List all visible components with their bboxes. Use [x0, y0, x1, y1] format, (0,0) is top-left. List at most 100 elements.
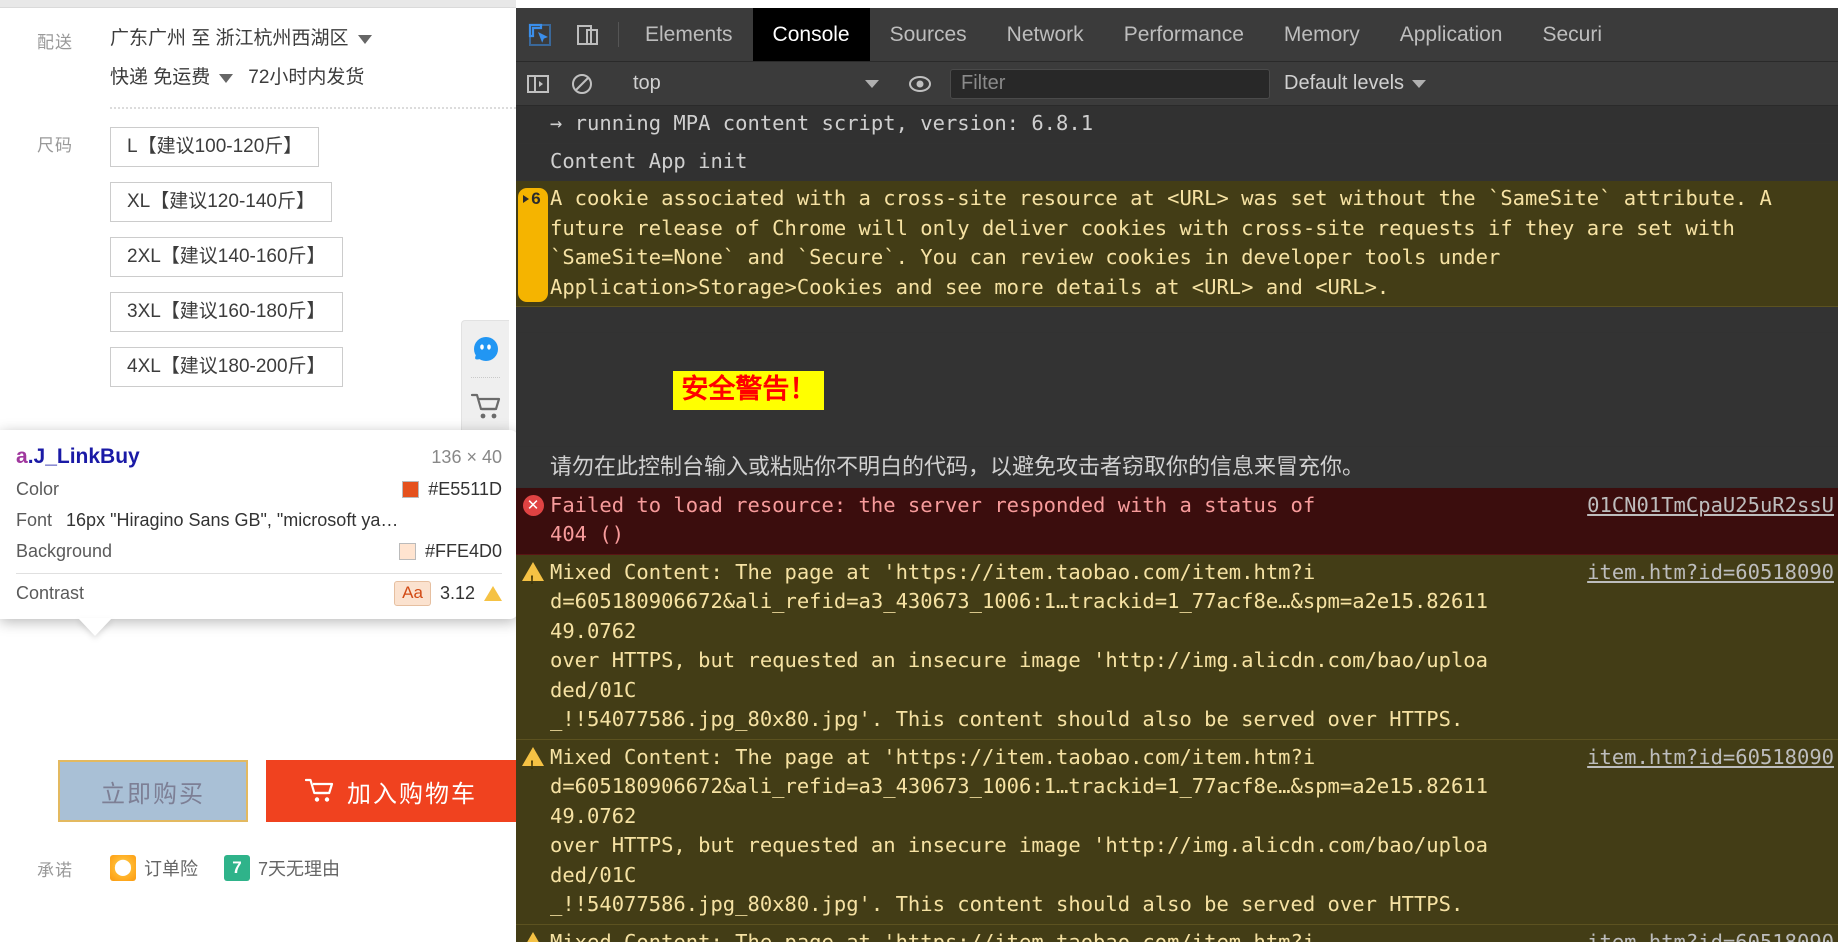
- message-source-link[interactable]: item.htm?id=60518090: [1587, 558, 1838, 588]
- size-option[interactable]: L【建议100-120斤】: [110, 127, 319, 167]
- message-source-link[interactable]: item.htm?id=60518090: [1587, 743, 1838, 773]
- tooltip-color-hex: #E5511D: [428, 479, 502, 500]
- message-gutter: [516, 147, 550, 177]
- promise-item-order-insurance[interactable]: ⬤ 订单险: [110, 855, 198, 881]
- chevron-down-icon[interactable]: [219, 74, 233, 83]
- warning-triangle-icon: [522, 562, 544, 581]
- floating-side-rail: [461, 320, 509, 435]
- error-icon: ✕: [523, 495, 544, 516]
- promise-row: 承诺 ⬤ 订单险 7 7天无理由: [0, 855, 516, 881]
- add-to-cart-button[interactable]: 加入购物车: [266, 760, 516, 822]
- console-message-row[interactable]: Mixed Content: The page at 'https://item…: [516, 925, 1838, 942]
- size-option[interactable]: XL【建议120-140斤】: [110, 182, 332, 222]
- tooltip-dimensions: 136 × 40: [431, 447, 502, 468]
- shipping-route-text: 广东广州 至 浙江杭州西湖区: [110, 24, 349, 54]
- tab-network[interactable]: Network: [987, 8, 1104, 61]
- tab-memory[interactable]: Memory: [1264, 8, 1380, 61]
- tooltip-class-name: .J_LinkBuy: [28, 445, 140, 468]
- element-inspect-tooltip: a.J_LinkBuy 136 × 40 Color #E5511D Font …: [0, 430, 516, 619]
- message-text: Content App init: [550, 147, 1838, 177]
- log-levels-dropdown[interactable]: Default levels: [1284, 72, 1426, 95]
- tab-application[interactable]: Application: [1380, 8, 1523, 61]
- message-source-link[interactable]: item.htm?id=60518090: [1587, 928, 1838, 942]
- purchase-actions: 立即购买 加入购物车: [0, 760, 516, 822]
- seven-day-return-icon: 7: [224, 855, 250, 881]
- console-message-row[interactable]: 6 A cookie associated with a cross-site …: [516, 181, 1838, 307]
- shopping-cart-icon: [305, 778, 335, 804]
- console-toolbar: top Filter Default levels: [516, 62, 1838, 106]
- console-message-row[interactable]: ✕ Failed to load resource: the server re…: [516, 488, 1838, 555]
- tooltip-selector: a.J_LinkBuy: [16, 445, 140, 469]
- tab-performance[interactable]: Performance: [1104, 8, 1264, 61]
- inspect-element-icon[interactable]: [516, 8, 564, 61]
- shipping-label: 配送: [0, 24, 110, 53]
- console-message-row[interactable]: → running MPA content script, version: 6…: [516, 106, 1838, 144]
- color-swatch-icon: [399, 543, 416, 560]
- shipping-route[interactable]: 广东广州 至 浙江杭州西湖区: [110, 24, 516, 54]
- tab-sources[interactable]: Sources: [870, 8, 987, 61]
- tooltip-font-value: 16px "Hiragino Sans GB", "microsoft ya…: [66, 510, 398, 531]
- message-gutter: [516, 558, 550, 735]
- shopping-cart-icon: [470, 392, 502, 420]
- tooltip-contrast-key: Contrast: [16, 583, 84, 604]
- tooltip-tag-name: a: [16, 445, 28, 468]
- shipping-eta-text: 72小时内发货: [248, 63, 364, 93]
- buy-now-button[interactable]: 立即购买: [58, 760, 248, 822]
- warning-triangle-icon: [484, 586, 502, 601]
- add-to-cart-label: 加入购物车: [347, 774, 477, 809]
- console-message-row[interactable]: Mixed Content: The page at 'https://item…: [516, 740, 1838, 925]
- tab-security[interactable]: Securi: [1522, 8, 1622, 61]
- warning-triangle-icon: [522, 932, 544, 942]
- rail-cart-button[interactable]: [462, 378, 509, 434]
- console-message-row[interactable]: Mixed Content: The page at 'https://item…: [516, 555, 1838, 740]
- warning-triangle-icon: [522, 747, 544, 766]
- contrast-aa-chip: Aa: [394, 581, 431, 606]
- tooltip-contrast-value: Aa 3.12: [394, 581, 502, 606]
- console-filter-input[interactable]: Filter: [950, 69, 1270, 99]
- console-message-row[interactable]: Content App init: [516, 144, 1838, 182]
- execution-context-select[interactable]: top: [619, 68, 889, 100]
- message-gutter: [516, 109, 550, 139]
- shipping-row: 配送 广东广州 至 浙江杭州西湖区 快递 免运费 72小时内发货: [0, 8, 516, 93]
- promise-item-seven-day-return[interactable]: 7 7天无理由: [224, 855, 340, 881]
- console-message-list[interactable]: → running MPA content script, version: 6…: [516, 106, 1838, 942]
- security-warning-title: 安全警告！: [673, 371, 824, 411]
- message-gutter: [516, 450, 550, 483]
- promise-item-label: 7天无理由: [258, 855, 340, 881]
- live-expression-icon[interactable]: [898, 72, 942, 96]
- color-swatch-icon: [402, 481, 419, 498]
- tooltip-divider: [16, 573, 502, 574]
- size-option[interactable]: 2XL【建议140-160斤】: [110, 237, 343, 277]
- size-option[interactable]: 3XL【建议160-180斤】: [110, 292, 343, 332]
- tooltip-font-row: Font 16px "Hiragino Sans GB", "microsoft…: [16, 505, 502, 536]
- chevron-down-icon[interactable]: [358, 35, 372, 44]
- tooltip-background-key: Background: [16, 541, 112, 562]
- tooltip-font-key: Font: [16, 510, 52, 531]
- tooltip-color-key: Color: [16, 479, 59, 500]
- log-levels-label: Default levels: [1284, 72, 1404, 95]
- promise-label: 承诺: [0, 856, 110, 881]
- tooltip-header: a.J_LinkBuy 136 × 40: [16, 440, 502, 474]
- browser-top-strip: [0, 0, 516, 8]
- message-source-link[interactable]: 01CN01TmCpaU25uR2ssU: [1587, 491, 1838, 521]
- message-count-badge[interactable]: 6: [518, 188, 547, 302]
- tooltip-contrast-row: Contrast Aa 3.12: [16, 576, 502, 611]
- size-option[interactable]: 4XL【建议180-200斤】: [110, 347, 343, 387]
- promise-item-label: 订单险: [144, 855, 198, 881]
- message-text: A cookie associated with a cross-site re…: [550, 184, 1838, 302]
- message-text: → running MPA content script, version: 6…: [550, 109, 1838, 139]
- rail-chat-button[interactable]: [462, 321, 509, 377]
- chat-bubble-icon: [471, 335, 501, 363]
- device-toolbar-icon[interactable]: [564, 8, 612, 61]
- message-gutter[interactable]: 6: [516, 184, 550, 302]
- security-warning-body: 请勿在此控制台输入或粘贴你不明白的代码，以避免攻击者窃取你的信息来冒充你。: [550, 450, 1838, 483]
- tooltip-background-hex: #FFE4D0: [425, 541, 502, 562]
- console-sidebar-icon[interactable]: [516, 72, 560, 96]
- clear-console-icon[interactable]: [560, 72, 604, 96]
- tab-console[interactable]: Console: [753, 8, 870, 61]
- size-label: 尺码: [0, 127, 110, 156]
- order-insurance-icon: ⬤: [110, 855, 136, 881]
- tooltip-contrast-ratio: 3.12: [440, 583, 475, 604]
- tab-elements[interactable]: Elements: [625, 8, 753, 61]
- size-row: 尺码 L【建议100-120斤】 XL【建议120-140斤】 2XL【建议14…: [0, 109, 516, 402]
